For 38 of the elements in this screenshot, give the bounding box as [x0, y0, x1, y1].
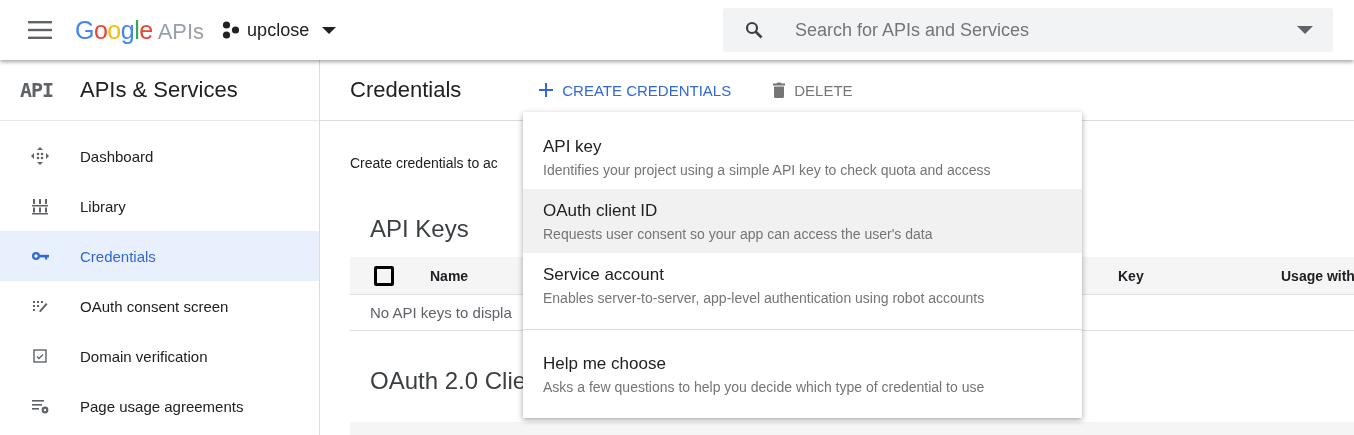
section-title: API Keys — [370, 215, 469, 244]
select-all-checkbox[interactable] — [374, 265, 394, 286]
menu-item[interactable]: API key Identifies your project using a simple API key to check quota and access — [523, 125, 1082, 189]
menu-icon — [28, 21, 52, 39]
create-credentials-button[interactable]: CREATE CREDENTIALS — [539, 81, 732, 99]
sidebar-title: APIs & Services — [80, 77, 238, 103]
google-logo: Google — [75, 15, 153, 45]
search-bar[interactable]: Search for APIs and Services — [723, 8, 1333, 52]
logo-suffix: APIs — [157, 18, 205, 45]
sidebar-item[interactable]: Page usage agreements — [0, 381, 319, 431]
page-title: Credentials — [350, 77, 462, 103]
project-selector[interactable]: upclose — [222, 19, 337, 41]
empty-message: No API keys to displa — [370, 304, 512, 321]
sidebar-item[interactable]: Domain verification — [0, 331, 319, 381]
menu-button[interactable] — [28, 21, 52, 39]
project-icon — [222, 21, 241, 39]
menu-item[interactable]: OAuth client ID Requests user consent so your app can access the user's data — [523, 189, 1082, 253]
dashboard-icon — [31, 147, 49, 165]
menu-item[interactable]: Service account Enables server-to-server, app-level authentication using robot accounts — [523, 253, 1082, 317]
sidebar-item[interactable]: Credentials — [0, 231, 319, 281]
sidebar-item[interactable]: OAuth consent screen — [0, 281, 319, 331]
plus-icon — [539, 83, 554, 97]
search-field[interactable]: Search for APIs and Services — [793, 18, 1297, 42]
library-icon — [31, 197, 49, 215]
sidebar-item[interactable]: Dashboard — [0, 131, 319, 181]
column-header[interactable]: Key — [1118, 267, 1281, 284]
search-icon — [745, 21, 763, 39]
menu-item[interactable]: Help me choose Asks a few questions to help you decide which type of credential to use — [523, 342, 1082, 406]
checkbox-icon — [31, 347, 49, 365]
intro-text: Create credentials to ac — [350, 155, 498, 171]
column-header[interactable]: Usage with — [1281, 267, 1354, 284]
delete-button[interactable]: DELETE — [773, 81, 853, 99]
settings-icon — [31, 397, 49, 415]
api-logo: API — [20, 78, 55, 102]
caret-icon — [322, 26, 337, 34]
caret-icon — [1297, 26, 1313, 34]
sidebar-item[interactable]: Library — [0, 181, 319, 231]
trash-icon — [773, 82, 786, 98]
